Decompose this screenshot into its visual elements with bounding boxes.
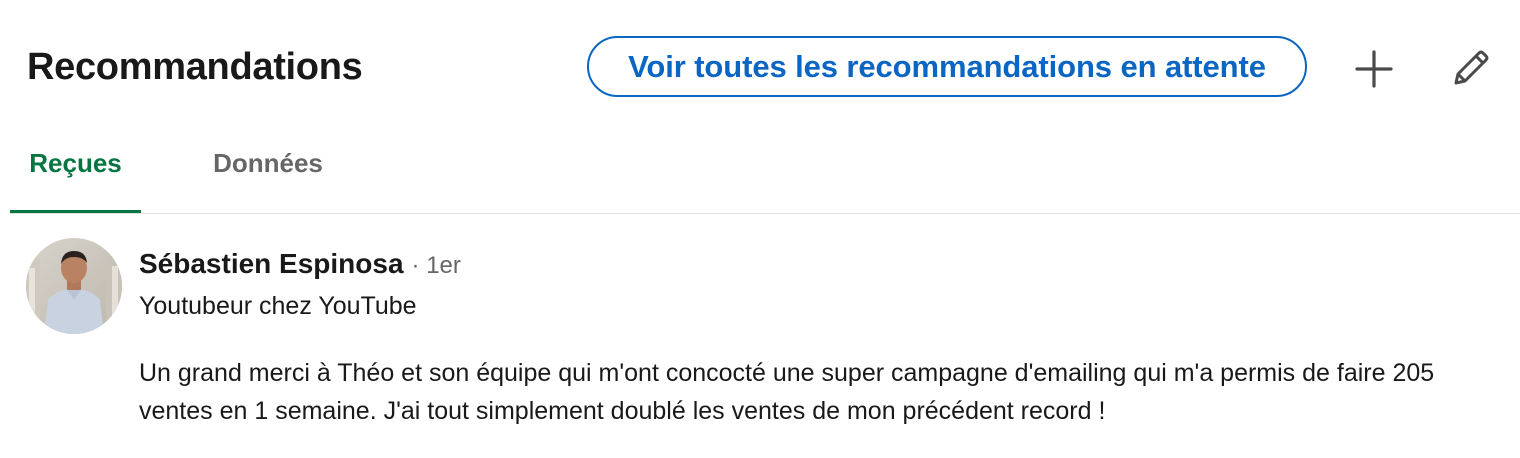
plus-icon <box>1355 50 1393 88</box>
avatar[interactable] <box>26 238 122 334</box>
tabs-divider <box>10 213 1520 214</box>
tab-received-label: Reçues <box>29 148 122 178</box>
recommender-photo <box>26 238 122 334</box>
add-recommendation-button[interactable] <box>1348 43 1400 95</box>
edit-recommendations-button[interactable] <box>1444 43 1496 95</box>
tab-received[interactable]: Reçues <box>10 128 141 213</box>
view-pending-recommendations-button[interactable]: Voir toutes les recommandations en atten… <box>587 36 1307 97</box>
connection-degree: · 1er <box>411 252 461 279</box>
recommender-name[interactable]: Sébastien Espinosa <box>139 248 404 280</box>
recommender-headline: Youtubeur chez YouTube <box>139 292 417 320</box>
recommendation-tabs: Reçues Données <box>10 128 1520 214</box>
pencil-icon <box>1454 50 1489 85</box>
recommendation-text: Un grand merci à Théo et son équipe qui … <box>139 359 1435 425</box>
tab-given[interactable]: Données <box>198 128 338 212</box>
section-title: Recommandations <box>27 46 363 88</box>
tab-given-label: Données <box>213 148 323 178</box>
